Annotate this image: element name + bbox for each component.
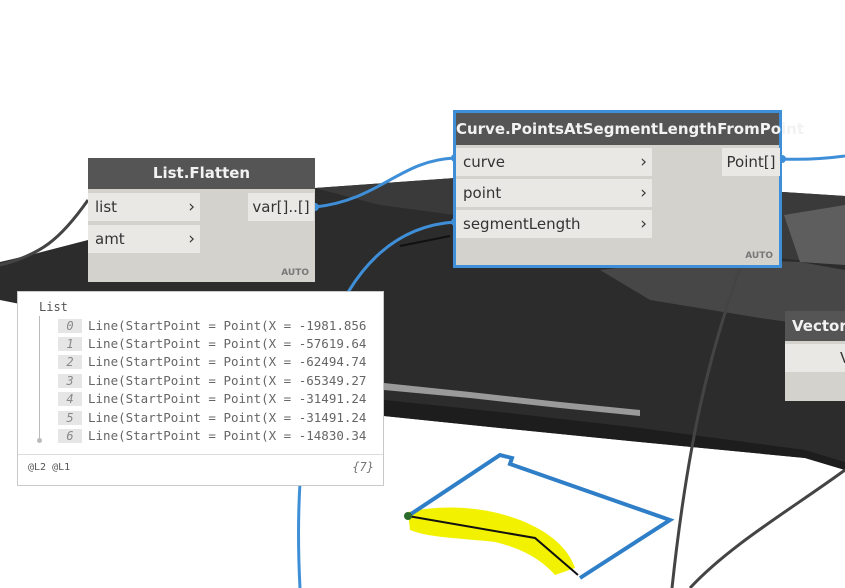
preview-list-item: 3 Line(StartPoint = Point(X = -65349.27 xyxy=(58,373,366,391)
input-port-segment-length[interactable]: segmentLength › xyxy=(456,210,652,238)
input-port-list[interactable]: list › xyxy=(88,193,200,221)
port-label: amt xyxy=(95,230,125,248)
wire-output-right xyxy=(780,154,845,161)
port-label: point xyxy=(463,184,502,202)
preview-tree-rail xyxy=(39,316,40,440)
preview-divider xyxy=(18,454,383,455)
preview-list-item: 4 Line(StartPoint = Point(X = -31491.24 xyxy=(58,391,366,409)
highlighted-geometry xyxy=(408,507,575,575)
input-port-amt[interactable]: amt › xyxy=(88,225,200,253)
port-label: V xyxy=(840,344,845,372)
chevron-right-icon: › xyxy=(188,229,195,249)
list-index: 1 xyxy=(58,337,82,351)
preview-list-item: 2 Line(StartPoint = Point(X = -62494.74 xyxy=(58,354,366,372)
lacing-indicator[interactable]: AUTO xyxy=(745,251,773,261)
list-value: Line(StartPoint = Point(X = -57619.64 xyxy=(88,336,367,351)
preview-item-count: {7} xyxy=(352,460,374,474)
list-value: Line(StartPoint = Point(X = -65349.27 xyxy=(88,373,367,388)
preview-list-item: 0 Line(StartPoint = Point(X = -1981.856 xyxy=(58,318,366,336)
node-title: Vector. xyxy=(785,311,845,341)
port-label: curve xyxy=(463,153,506,171)
node-list-flatten[interactable]: List.Flatten list › amt › var[]..[] AUTO xyxy=(88,158,315,282)
list-index: 5 xyxy=(58,411,82,425)
list-value: Line(StartPoint = Point(X = -1981.856 xyxy=(88,318,367,333)
list-value: Line(StartPoint = Point(X = -14830.34 xyxy=(88,428,367,443)
list-index: 0 xyxy=(58,319,82,333)
input-port-curve[interactable]: curve › xyxy=(456,148,652,176)
input-port-point[interactable]: point › xyxy=(456,179,652,207)
lacing-indicator[interactable]: AUTO xyxy=(281,268,309,278)
preview-list-item: 1 Line(StartPoint = Point(X = -57619.64 xyxy=(58,336,366,354)
output-port-point-array[interactable]: Point[] xyxy=(722,148,780,176)
preview-list-item: 6 Line(StartPoint = Point(X = -14830.34 xyxy=(58,428,366,446)
node-title: Curve.PointsAtSegmentLengthFromPoint xyxy=(456,113,804,145)
list-index: 6 xyxy=(58,429,82,443)
node-preview-bubble[interactable]: List 0 Line(StartPoint = Point(X = -1981.… xyxy=(17,291,384,486)
list-index: 4 xyxy=(58,392,82,406)
list-value: Line(StartPoint = Point(X = -31491.24 xyxy=(88,410,367,425)
chevron-right-icon: › xyxy=(188,197,195,217)
geometry-start-point xyxy=(404,512,412,520)
list-value: Line(StartPoint = Point(X = -31491.24 xyxy=(88,391,367,406)
list-index: 2 xyxy=(58,355,82,369)
list-index: 3 xyxy=(58,374,82,388)
input-port-partial[interactable]: V xyxy=(785,344,845,372)
chevron-right-icon: › xyxy=(640,183,647,203)
preview-tree-node-icon xyxy=(37,438,42,443)
preview-list-levels[interactable]: @L2 @L1 xyxy=(28,462,70,473)
node-vector-partial[interactable]: Vector. V xyxy=(785,311,845,401)
node-curve-points-at-segment-length[interactable]: Curve.PointsAtSegmentLengthFromPoint cur… xyxy=(453,110,804,268)
port-label: list xyxy=(95,198,118,216)
output-port-var[interactable]: var[]..[] xyxy=(248,193,314,221)
list-value: Line(StartPoint = Point(X = -62494.74 xyxy=(88,354,367,369)
preview-list-item: 5 Line(StartPoint = Point(X = -31491.24 xyxy=(58,410,366,428)
preview-list-title: List xyxy=(39,300,68,314)
node-title: List.Flatten xyxy=(88,158,315,189)
port-label: segmentLength xyxy=(463,215,581,233)
connector-black-2 xyxy=(688,468,845,588)
chevron-right-icon: › xyxy=(640,214,647,234)
chevron-right-icon: › xyxy=(640,152,647,172)
